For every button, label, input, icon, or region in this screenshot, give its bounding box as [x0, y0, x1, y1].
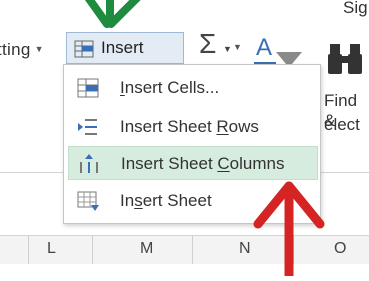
menu-item-label: Insert Sheet Rows — [120, 117, 259, 136]
insert-rows-icon — [77, 117, 99, 137]
column-header-l[interactable]: L — [47, 240, 56, 258]
insert-cells-icon — [77, 78, 99, 98]
format-label: tting — [0, 40, 31, 59]
fill-icon[interactable]: A — [256, 34, 272, 62]
insert-columns-icon — [78, 154, 100, 174]
insert-label: Insert — [101, 38, 144, 57]
menu-item-label: Insert Cells... — [120, 78, 220, 97]
menu-item-insert-cells[interactable]: Insert Cells... — [68, 71, 318, 105]
format-button[interactable]: tting ▼ — [0, 40, 44, 60]
chevron-down-icon: ▼ — [223, 44, 232, 54]
column-header-m[interactable]: M — [140, 240, 153, 258]
insert-sheet-icon — [77, 191, 99, 211]
insert-cells-icon — [74, 40, 94, 58]
find-select-sublabel[interactable]: elect — [324, 115, 360, 135]
column-divider — [192, 236, 193, 264]
menu-item-insert-sheet-rows[interactable]: Insert Sheet Rows — [68, 110, 318, 144]
menu-item-label: Insert Sheet — [120, 191, 212, 210]
autosum-icon[interactable]: Σ — [199, 28, 216, 60]
green-arrow-annotation — [83, 0, 153, 39]
column-header-n[interactable]: N — [239, 240, 251, 258]
menu-item-insert-sheet-columns[interactable]: Insert Sheet Columns — [68, 146, 318, 180]
menu-item-label: Insert Sheet Columns — [121, 154, 285, 173]
column-divider — [92, 236, 93, 264]
sign-in-label[interactable]: Sig — [343, 0, 368, 18]
binoculars-icon[interactable] — [326, 42, 366, 81]
chevron-down-icon[interactable]: ▼ — [233, 42, 242, 52]
chevron-down-icon: ▼ — [34, 44, 44, 54]
red-arrow-annotation — [252, 180, 326, 281]
column-header-o[interactable]: O — [334, 240, 346, 258]
column-divider — [28, 236, 29, 264]
